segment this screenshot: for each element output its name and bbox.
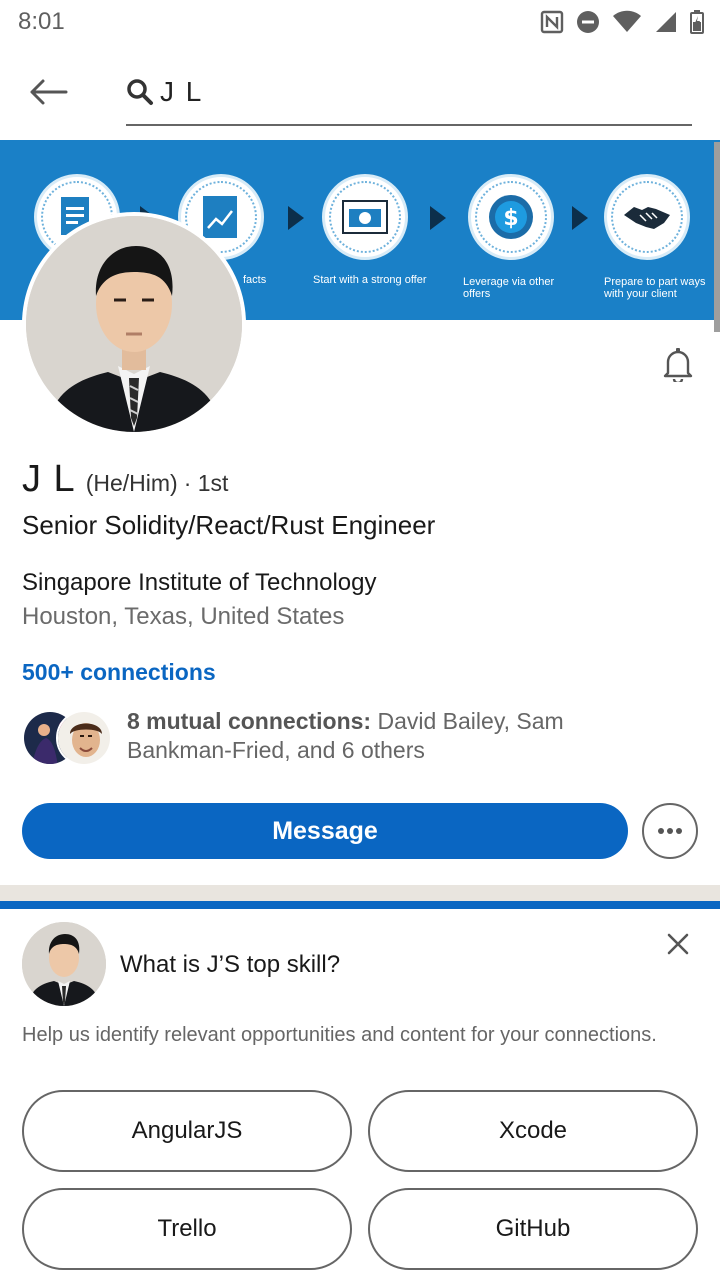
profile-thumbnail <box>22 922 106 1006</box>
banner-arrow <box>288 206 304 230</box>
banner-arrow <box>572 206 588 230</box>
banner-caption: facts <box>243 274 267 286</box>
back-button[interactable] <box>24 68 72 116</box>
profile-school[interactable]: Singapore Institute of Technology <box>22 569 376 597</box>
nfc-icon <box>540 10 564 34</box>
scrollbar[interactable] <box>714 142 720 332</box>
search-icon <box>127 79 153 105</box>
mutual-avatars[interactable] <box>22 710 122 768</box>
connections-link[interactable]: 500+ connections <box>22 659 216 686</box>
do-not-disturb-icon <box>577 11 599 33</box>
profile-photo[interactable] <box>22 212 246 436</box>
more-actions-button[interactable] <box>642 803 698 859</box>
profile-pronouns: (He/Him) <box>85 470 178 496</box>
svg-text:$: $ <box>503 206 518 231</box>
avatar <box>22 922 106 1006</box>
back-arrow-icon <box>30 79 68 105</box>
search-header: J L <box>0 44 720 140</box>
banner-arrow <box>430 206 446 230</box>
cell-signal-icon <box>656 12 676 32</box>
handshake-icon <box>624 207 670 229</box>
banner-caption: Prepare to part ways with your client <box>604 276 706 300</box>
connection-degree: · 1st <box>183 470 229 496</box>
chart-icon <box>203 196 237 238</box>
search-query: J L <box>160 76 204 107</box>
bell-icon <box>663 348 693 382</box>
follow-bell-button[interactable] <box>654 340 702 388</box>
skill-card-accent-bar <box>0 901 720 909</box>
message-button[interactable]: Message <box>22 803 628 859</box>
battery-icon <box>690 10 704 34</box>
status-bar: 8:01 <box>0 0 720 44</box>
dollar-coin-icon: $ <box>489 195 533 239</box>
close-button[interactable] <box>660 926 696 962</box>
banner-step-leverage: $ <box>468 174 554 260</box>
person-portrait <box>26 216 242 432</box>
money-bill-icon <box>342 200 388 234</box>
skill-question: What is J’S top skill? <box>120 951 341 978</box>
search-input[interactable]: J L <box>126 68 692 126</box>
skill-option-button[interactable]: Xcode <box>368 1090 698 1172</box>
wifi-icon <box>613 10 641 32</box>
skill-option-button[interactable]: Trello <box>22 1188 352 1270</box>
avatar <box>56 710 112 766</box>
section-divider <box>0 885 720 901</box>
profile-headline: Senior Solidity/React/Rust Engineer <box>22 510 436 540</box>
banner-step-offer <box>322 174 408 260</box>
banner-caption: Start with a strong offer <box>313 274 427 286</box>
profile-name-line: J L (He/Him) · 1st <box>22 458 228 501</box>
skill-option-button[interactable]: AngularJS <box>22 1090 352 1172</box>
close-icon <box>667 933 689 955</box>
skill-help-text: Help us identify relevant opportunities … <box>22 1024 657 1046</box>
profile-location: Houston, Texas, United States <box>22 603 345 630</box>
more-horizontal-icon <box>658 828 682 834</box>
skill-option-button[interactable]: GitHub <box>368 1188 698 1270</box>
banner-caption: Leverage via other offers <box>463 276 555 300</box>
mutual-connections-text[interactable]: 8 mutual connections: David Bailey, Sam … <box>127 707 597 765</box>
status-icons <box>540 8 704 36</box>
mutual-count: 8 mutual connections: <box>127 708 372 734</box>
profile-name: J L <box>22 458 76 500</box>
status-time: 8:01 <box>18 8 65 35</box>
banner-step-part-ways <box>604 174 690 260</box>
mutual-avatar-2 <box>58 712 110 764</box>
